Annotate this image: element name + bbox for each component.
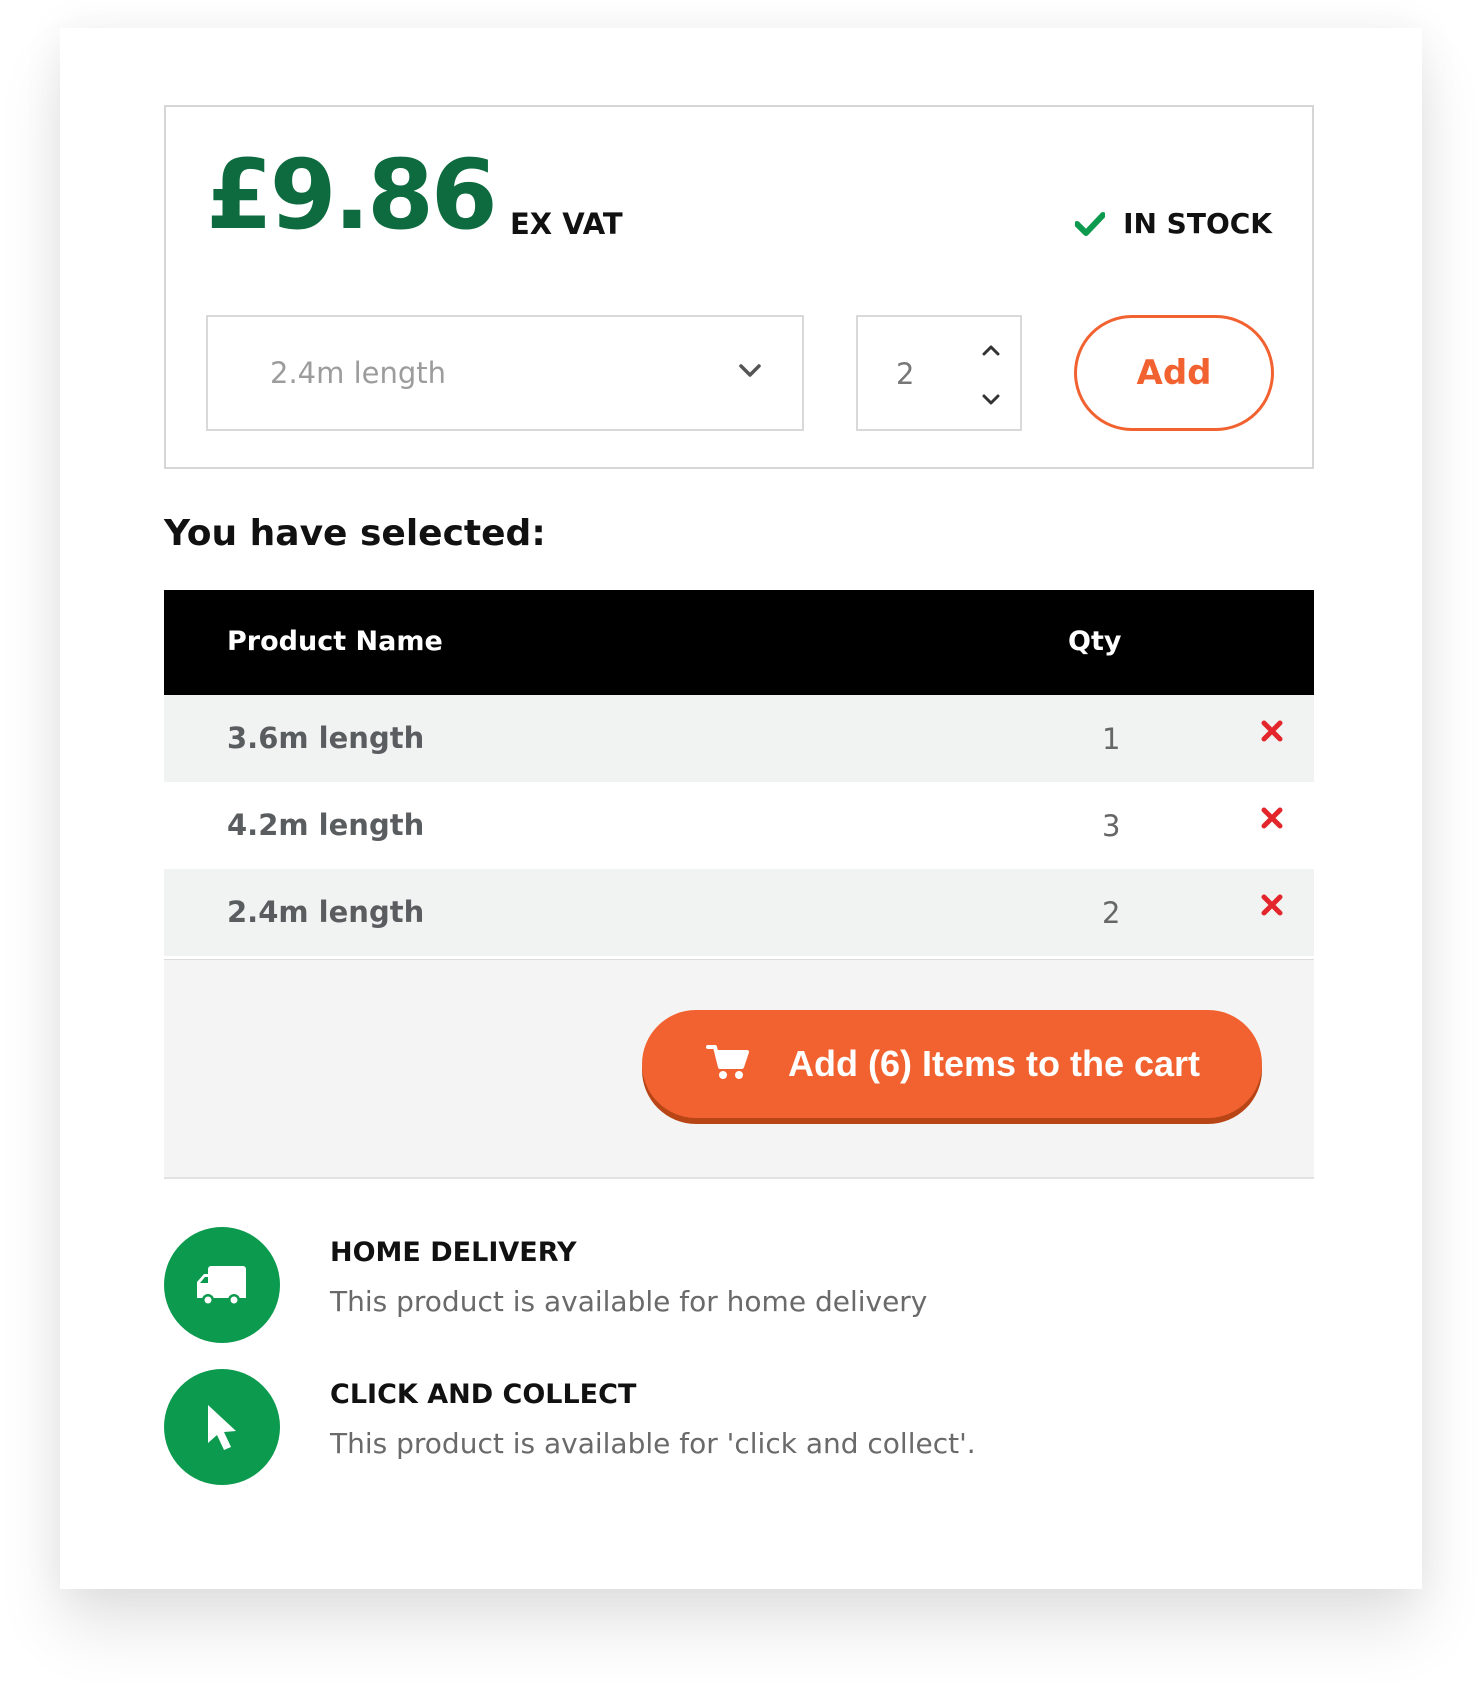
feature-title: HOME DELIVERY	[330, 1237, 577, 1268]
table-row: 4.2m length 3	[164, 782, 1314, 869]
table-header: Product Name Qty	[164, 590, 1314, 695]
chevron-down-icon[interactable]	[980, 389, 1002, 411]
row-qty: 3	[1102, 809, 1121, 843]
row-qty: 1	[1102, 722, 1121, 756]
price: £9.86	[206, 139, 498, 251]
feature-description: This product is available for home deliv…	[330, 1285, 928, 1318]
quantity-stepper[interactable]: 2	[856, 315, 1022, 431]
cart-area: Add (6) Items to the cart	[164, 959, 1314, 1179]
column-header-qty: Qty	[1068, 626, 1122, 657]
row-product-name: 3.6m length	[227, 721, 425, 755]
stock-status: IN STOCK	[1075, 207, 1272, 240]
selection-table: Product Name Qty 3.6m length 1 4.2m leng…	[164, 590, 1314, 956]
add-to-cart-label: Add (6) Items to the cart	[788, 1043, 1201, 1084]
row-product-name: 4.2m length	[227, 808, 425, 842]
table-row: 2.4m length 2	[164, 869, 1314, 956]
column-header-product-name: Product Name	[227, 626, 443, 657]
chevron-down-icon	[738, 363, 762, 384]
stock-label: IN STOCK	[1123, 207, 1272, 240]
truck-icon	[164, 1227, 280, 1343]
row-qty: 2	[1102, 896, 1121, 930]
add-to-cart-button[interactable]: Add (6) Items to the cart	[642, 1010, 1262, 1118]
table-row: 3.6m length 1	[164, 695, 1314, 782]
feature-description: This product is available for 'click and…	[330, 1427, 976, 1460]
row-product-name: 2.4m length	[227, 895, 425, 929]
cart-icon	[642, 1043, 750, 1086]
product-box: £9.86 EX VAT IN STOCK 2.4m length 2 Add	[164, 105, 1314, 469]
quantity-value: 2	[896, 357, 915, 391]
variant-select[interactable]: 2.4m length	[206, 315, 804, 431]
check-icon	[1075, 211, 1106, 236]
remove-icon[interactable]	[1258, 717, 1286, 745]
feature-click-and-collect: CLICK AND COLLECT This product is availa…	[164, 1369, 1314, 1485]
add-button[interactable]: Add	[1074, 315, 1274, 431]
chevron-up-icon[interactable]	[980, 339, 1002, 361]
feature-home-delivery: HOME DELIVERY This product is available …	[164, 1227, 1314, 1343]
feature-title: CLICK AND COLLECT	[330, 1379, 637, 1410]
remove-icon[interactable]	[1258, 891, 1286, 919]
cursor-icon	[164, 1369, 280, 1485]
vat-label: EX VAT	[510, 207, 623, 241]
product-purchase-card: £9.86 EX VAT IN STOCK 2.4m length 2 Add …	[60, 28, 1422, 1589]
selected-title: You have selected:	[164, 513, 546, 554]
remove-icon[interactable]	[1258, 804, 1286, 832]
variant-select-value: 2.4m length	[270, 356, 447, 390]
